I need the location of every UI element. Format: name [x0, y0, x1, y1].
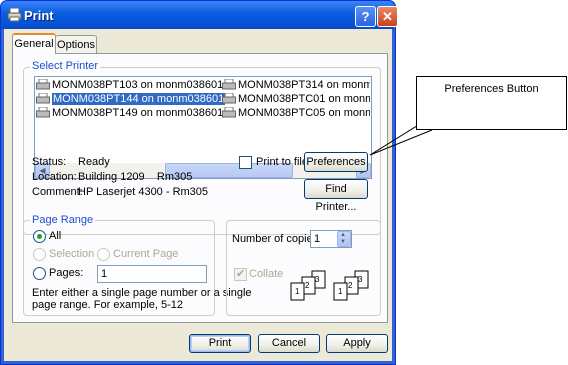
preferences-callout: Preferences Button	[416, 76, 567, 130]
svg-text:1: 1	[338, 287, 343, 296]
location-label: Location:	[32, 171, 77, 183]
printer-item[interactable]: MONM038PTC05 on monm03860	[222, 106, 370, 120]
spin-up-icon[interactable]: ▲	[340, 232, 346, 238]
close-icon[interactable]: ✕	[377, 6, 398, 27]
preferences-button[interactable]: Preferences	[304, 152, 368, 172]
all-radio[interactable]	[33, 230, 46, 243]
page-range-hint-line1: Enter either a single page number or a s…	[32, 287, 252, 299]
printer-item-selected[interactable]: MONM038PT144 on monm038601	[36, 92, 226, 106]
window-title: Print	[24, 8, 54, 23]
copies-value: 1	[314, 233, 321, 245]
status-value: Ready	[78, 156, 110, 168]
svg-text:2: 2	[348, 281, 353, 290]
printer-item[interactable]: MONM038PT149 on monm038601	[36, 106, 223, 120]
print-to-file-label: Print to file	[256, 156, 308, 168]
printer-item[interactable]: MONM038PT103 on monm038601	[36, 78, 223, 92]
selection-label: Selection	[49, 248, 95, 260]
svg-text:3: 3	[315, 275, 320, 284]
printer-icon	[222, 93, 236, 104]
current-page-radio[interactable]	[97, 248, 110, 261]
printer-item-label: MONM038PT103 on monm038601	[52, 79, 224, 91]
printer-item-label: MONM038PT144 on monm038601	[52, 93, 226, 105]
printer-item[interactable]: MONM038PT314 on monm03860	[222, 78, 370, 92]
printer-item-label: MONM038PTC05 on monm03860	[238, 107, 370, 119]
help-icon[interactable]: ?	[355, 6, 376, 27]
printer-item-label: MONM038PT314 on monm03860	[238, 79, 370, 91]
apply-button[interactable]: Apply	[326, 334, 388, 353]
tab-options[interactable]: Options	[55, 35, 97, 54]
title-bar[interactable]: Print ? ✕	[1, 1, 398, 29]
find-printer-button[interactable]: Find Printer...	[304, 179, 368, 213]
printer-item[interactable]: MONM038PTC01 on monm03860	[222, 92, 370, 106]
tab-general[interactable]: General	[12, 33, 56, 54]
number-of-copies-label: Number of copies:	[232, 233, 322, 245]
printer-icon	[222, 107, 236, 118]
check-icon: ✔	[236, 268, 246, 280]
printer-icon	[7, 8, 22, 22]
printer-icon	[36, 79, 50, 90]
printer-item-label: MONM038PTC01 on monm03860	[238, 93, 370, 105]
selection-radio[interactable]	[33, 248, 46, 261]
status-label: Status:	[32, 156, 67, 168]
printer-icon	[36, 107, 50, 118]
comment-value: HP Laserjet 4300 - Rm305	[78, 186, 209, 198]
comment-label: Comment:	[32, 186, 83, 198]
page-range-hint-line2: page range. For example, 5-12	[32, 299, 184, 311]
all-label: All	[49, 230, 62, 242]
svg-text:3: 3	[358, 275, 363, 284]
printer-item-label: MONM038PT149 on monm038601	[52, 107, 224, 119]
select-printer-label: Select Printer	[30, 60, 101, 72]
print-button[interactable]: Print	[189, 334, 251, 353]
collate-pages-icon: 3 2 1 3 2 1	[290, 270, 369, 301]
collate-label: Collate	[249, 268, 284, 280]
svg-text:2: 2	[305, 281, 310, 290]
print-to-file-checkbox[interactable]	[239, 156, 252, 169]
pages-label: Pages:	[49, 267, 84, 279]
cancel-button[interactable]: Cancel	[258, 334, 320, 353]
pages-input[interactable]: 1	[97, 265, 207, 283]
pages-radio[interactable]	[33, 267, 46, 280]
page-range-label: Page Range	[30, 214, 96, 226]
current-page-label: Current Page	[113, 248, 179, 260]
spin-down-icon[interactable]: ▼	[340, 239, 346, 245]
location-value: Building 1209 Rm305	[78, 171, 193, 183]
svg-text:1: 1	[295, 287, 300, 296]
printer-icon	[222, 79, 236, 90]
dialog-client-area: General Options Select Printer MONM038PT…	[4, 29, 392, 361]
collate-checkbox[interactable]: ✔	[234, 268, 247, 281]
printer-icon	[36, 93, 50, 104]
copies-spinner[interactable]: ▲ ▼	[337, 231, 351, 247]
